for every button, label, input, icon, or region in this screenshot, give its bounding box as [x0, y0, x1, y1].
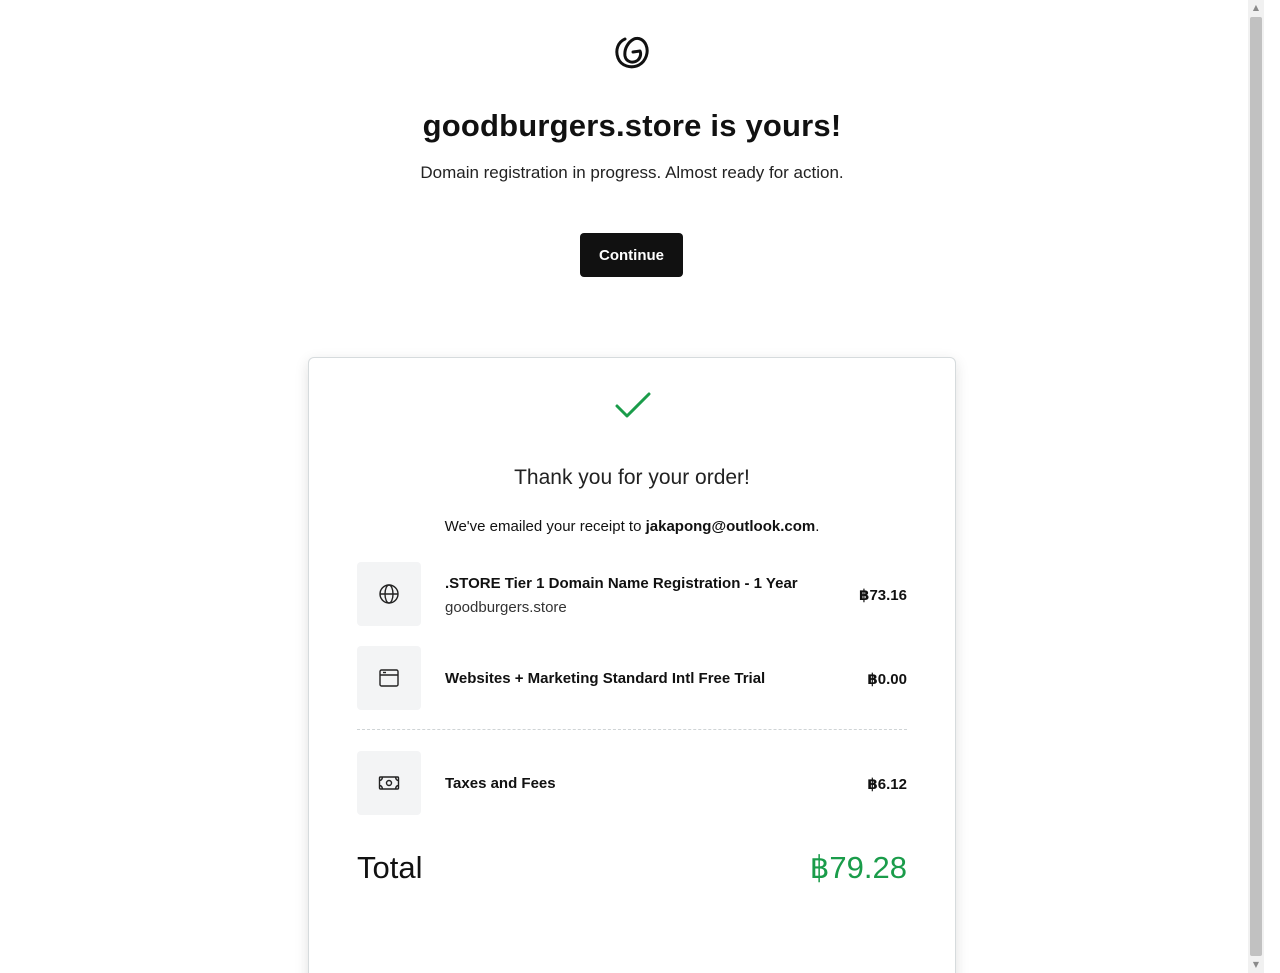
scroll-down-arrow-icon[interactable]: ▼	[1248, 957, 1264, 973]
godaddy-logo-icon[interactable]	[613, 34, 651, 70]
item-title: Websites + Marketing Standard Intl Free …	[445, 670, 766, 687]
order-item-taxes: Taxes and Fees ฿6.12	[357, 751, 907, 815]
thank-you-heading: Thank you for your order!	[514, 466, 750, 489]
total-value: ฿79.28	[809, 850, 907, 885]
item-title: .STORE Tier 1 Domain Name Registration -…	[445, 575, 798, 592]
order-item-domain: .STORE Tier 1 Domain Name Registration -…	[357, 562, 907, 626]
receipt-prefix: We've emailed your receipt to	[444, 518, 646, 535]
total-label: Total	[357, 850, 423, 885]
scroll-up-arrow-icon[interactable]: ▲	[1248, 0, 1264, 16]
item-title: Taxes and Fees	[445, 775, 556, 792]
item-icon-box	[357, 646, 421, 710]
receipt-email: jakapong@outlook.com	[645, 518, 816, 535]
browser-window-icon	[379, 669, 399, 687]
item-icon-box	[357, 562, 421, 626]
order-item-website-trial: Websites + Marketing Standard Intl Free …	[357, 646, 907, 710]
item-price: ฿73.16	[859, 587, 907, 604]
divider	[357, 729, 907, 730]
vertical-scrollbar[interactable]: ▲ ▼	[1248, 0, 1264, 973]
page-subtitle: Domain registration in progress. Almost …	[420, 163, 844, 182]
cash-icon	[378, 776, 400, 790]
order-summary-card: Thank you for your order! We've emailed …	[308, 357, 956, 973]
item-price: ฿6.12	[867, 776, 907, 793]
page-title: goodburgers.store is yours!	[422, 108, 842, 143]
page: goodburgers.store is yours! Domain regis…	[0, 0, 1264, 973]
item-price: ฿0.00	[867, 671, 907, 688]
scrollbar-thumb[interactable]	[1250, 17, 1262, 956]
globe-icon	[379, 584, 399, 604]
checkmark-icon	[615, 392, 651, 418]
item-subtitle: goodburgers.store	[445, 599, 567, 616]
receipt-message: We've emailed your receipt to jakapong@o…	[309, 518, 955, 535]
receipt-suffix: .	[815, 518, 820, 535]
continue-button[interactable]: Continue	[580, 233, 683, 277]
item-icon-box	[357, 751, 421, 815]
